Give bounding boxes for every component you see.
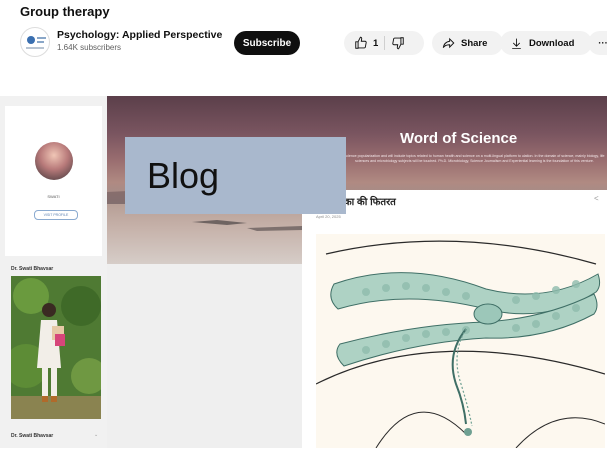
blog-post-date: April 20, 2025 <box>316 214 341 219</box>
download-icon <box>512 38 521 49</box>
subscriber-count: 1.64K subscribers <box>57 43 122 52</box>
chromosome-illustration <box>315 234 606 449</box>
more-dots-icon: ··· <box>598 37 607 49</box>
blog-site-description: science popularization and will include … <box>344 154 605 163</box>
like-dislike-group: 1 <box>344 31 424 55</box>
share-label: Share <box>461 37 488 49</box>
more-actions-button[interactable]: ··· <box>588 31 607 55</box>
like-divider <box>384 36 386 50</box>
like-count: 1 <box>373 37 379 49</box>
download-label: Download <box>529 37 575 49</box>
video-title: Group therapy <box>20 4 110 19</box>
download-button[interactable]: Download <box>500 31 592 55</box>
blog-overlay-label: Blog <box>147 155 220 196</box>
channel-name[interactable]: Psychology: Applied Perspective <box>57 29 222 41</box>
share-button[interactable]: Share <box>432 31 503 55</box>
channel-logo-icon[interactable] <box>20 27 50 57</box>
dislike-button[interactable] <box>391 36 405 50</box>
thumbs-up-icon <box>355 36 367 49</box>
subscribe-button[interactable]: Subscribe <box>234 31 300 55</box>
blog-post-title[interactable]: का की फितरत <box>344 194 396 208</box>
blog-site-title[interactable]: Word of Science <box>400 130 517 147</box>
blog-left-gutter <box>107 264 302 448</box>
like-button[interactable]: 1 <box>344 36 378 50</box>
share-arrow-icon <box>442 37 455 49</box>
blog-share-icon[interactable]: < <box>594 194 599 203</box>
thumbs-down-icon <box>392 37 405 50</box>
